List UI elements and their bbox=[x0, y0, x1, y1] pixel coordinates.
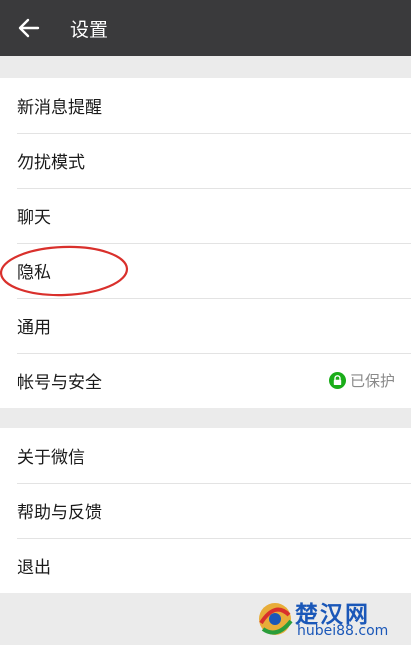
watermark-url: hubei88.com bbox=[297, 623, 389, 639]
watermark: 楚汉网 hubei88.com bbox=[251, 593, 411, 645]
settings-item-chat[interactable]: 聊天 bbox=[0, 188, 411, 243]
settings-item-label: 退出 bbox=[17, 558, 51, 578]
protection-status-text: 已保护 bbox=[349, 372, 395, 390]
settings-item-label: 新消息提醒 bbox=[17, 98, 102, 118]
settings-group-secondary: 关于微信 帮助与反馈 退出 bbox=[0, 428, 411, 593]
settings-item-label: 关于微信 bbox=[17, 448, 85, 468]
settings-item-general[interactable]: 通用 bbox=[0, 298, 411, 353]
settings-item-about[interactable]: 关于微信 bbox=[0, 428, 411, 483]
settings-item-label: 勿扰模式 bbox=[17, 153, 85, 173]
settings-item-label: 聊天 bbox=[17, 208, 51, 228]
settings-item-privacy[interactable]: 隐私 bbox=[0, 243, 411, 298]
lock-icon bbox=[328, 372, 346, 389]
page-title: 设置 bbox=[70, 18, 109, 41]
watermark-logo-icon bbox=[259, 603, 293, 635]
settings-item-notifications[interactable]: 新消息提醒 bbox=[0, 78, 411, 133]
arrow-left-icon bbox=[18, 18, 40, 38]
back-button[interactable] bbox=[0, 0, 58, 56]
settings-item-label: 通用 bbox=[17, 318, 51, 338]
app-header: 设置 bbox=[0, 0, 411, 56]
settings-item-do-not-disturb[interactable]: 勿扰模式 bbox=[0, 133, 411, 188]
settings-item-logout[interactable]: 退出 bbox=[0, 538, 411, 593]
protection-status: 已保护 bbox=[328, 370, 395, 391]
settings-item-label: 帐号与安全 bbox=[17, 373, 102, 393]
settings-item-help-feedback[interactable]: 帮助与反馈 bbox=[0, 483, 411, 538]
settings-item-label: 帮助与反馈 bbox=[17, 503, 102, 523]
settings-group-main: 新消息提醒 勿扰模式 聊天 隐私 通用 帐号与安全 已保护 bbox=[0, 78, 411, 408]
settings-item-label: 隐私 bbox=[17, 263, 51, 283]
settings-item-account-security[interactable]: 帐号与安全 已保护 bbox=[0, 353, 411, 408]
